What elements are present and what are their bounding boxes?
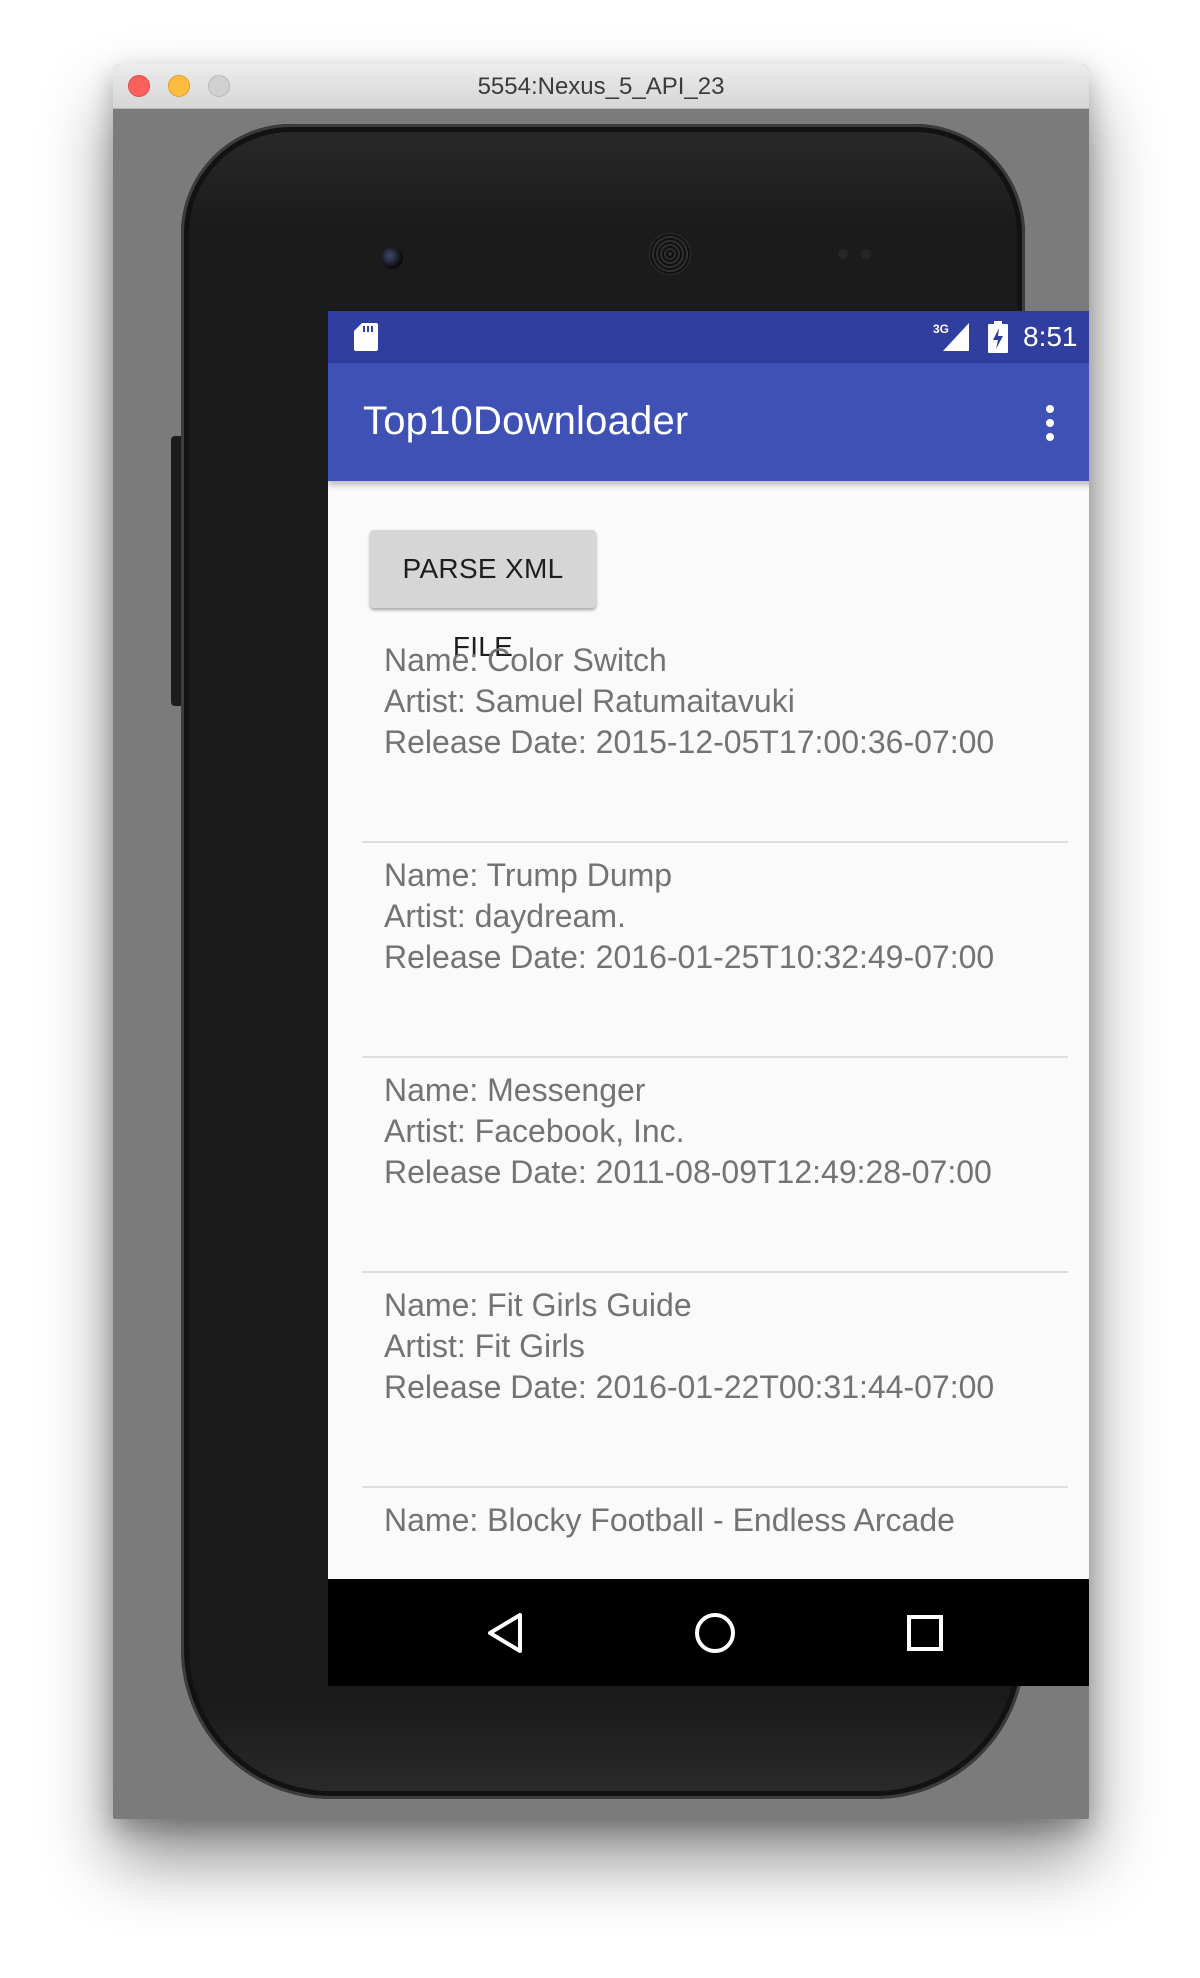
- item-name: Name: Fit Girls Guide: [384, 1287, 692, 1323]
- back-icon[interactable]: [478, 1605, 534, 1661]
- item-artist: Artist: Samuel Ratumaitavuki: [384, 683, 795, 719]
- item-release-date: Release Date: 2016-01-25T10:32:49-07:00: [384, 939, 995, 975]
- parse-xml-button[interactable]: PARSE XML FILE: [370, 530, 596, 662]
- sd-card-icon: [354, 323, 378, 351]
- item-artist: Artist: Fit Girls: [384, 1328, 585, 1364]
- list-item[interactable]: Name: Messenger Artist: Facebook, Inc. R…: [362, 1058, 1068, 1273]
- list-item[interactable]: Name: Color Switch Artist: Samuel Ratuma…: [362, 628, 1068, 843]
- earpiece-speaker: [649, 233, 691, 275]
- item-release-date: Release Date: 2016-01-22T00:31:44-07:00: [384, 1369, 995, 1405]
- list-item[interactable]: Name: Fit Girls Guide Artist: Fit Girls …: [362, 1273, 1068, 1488]
- battery-icon: [988, 321, 1008, 353]
- status-clock: 8:51: [1023, 321, 1078, 352]
- app-title: Top10Downloader: [363, 399, 689, 443]
- item-artist: Artist: Facebook, Inc.: [384, 1113, 685, 1149]
- recents-icon[interactable]: [897, 1605, 953, 1661]
- status-bar: 3G 8:51: [328, 311, 1089, 363]
- item-name: Name: Trump Dump: [384, 857, 673, 893]
- item-release-date: Release Date: 2015-12-05T17:00:36-07:00: [384, 724, 995, 760]
- front-camera: [381, 247, 403, 269]
- item-name: Name: Messenger: [384, 1072, 646, 1108]
- list-item[interactable]: Name: Trump Dump Artist: daydream. Relea…: [362, 843, 1068, 1058]
- proximity-sensor: [838, 249, 848, 259]
- app-toolbar: Top10Downloader: [328, 363, 1089, 481]
- window-titlebar[interactable]: 5554:Nexus_5_API_23: [113, 64, 1089, 109]
- item-name: Name: Blocky Football - Endless Arcade: [384, 1502, 955, 1538]
- item-name: Name: Color Switch: [384, 642, 667, 678]
- navigation-bar: [328, 1579, 1089, 1686]
- svg-text:3G: 3G: [933, 322, 949, 336]
- emulator-window: 5554:Nexus_5_API_23 3G 8:51 Top10Downloa…: [113, 64, 1089, 1819]
- item-release-date: Release Date: 2011-08-09T12:49:28-07:00: [384, 1154, 992, 1190]
- device-screen: 3G 8:51 Top10Downloader PARSE XML FILE N…: [328, 311, 1089, 1686]
- more-vert-icon[interactable]: [1038, 393, 1062, 453]
- light-sensor: [861, 249, 871, 259]
- app-list[interactable]: Name: Color Switch Artist: Samuel Ratuma…: [362, 628, 1068, 1686]
- window-title: 5554:Nexus_5_API_23: [477, 73, 725, 100]
- home-icon[interactable]: [687, 1605, 743, 1661]
- signal-icon: 3G: [933, 322, 969, 351]
- item-artist: Artist: daydream.: [384, 898, 626, 934]
